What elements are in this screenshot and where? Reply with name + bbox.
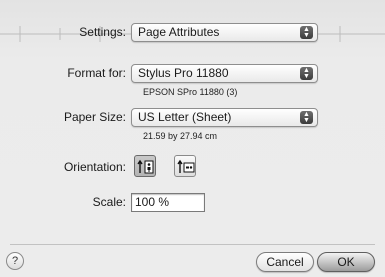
landscape-orientation-button[interactable] — [174, 155, 196, 177]
ok-button[interactable]: OK — [317, 252, 375, 272]
up-down-arrows-icon: ▲ ▼ — [300, 67, 313, 80]
format-for-label: Format for: — [67, 66, 126, 80]
portrait-orientation-button[interactable] — [134, 155, 156, 177]
landscape-person-icon — [177, 159, 195, 173]
scale-input[interactable]: 100 % — [131, 193, 205, 212]
footer-divider — [10, 244, 375, 245]
format-for-popup-value: Stylus Pro 11880 — [138, 66, 229, 80]
format-for-popup[interactable]: Stylus Pro 11880 ▲ ▼ — [131, 64, 318, 83]
paper-dimensions-detail: 21.59 by 27.94 cm — [143, 131, 218, 141]
settings-popup-value: Page Attributes — [138, 25, 220, 39]
scale-label: Scale: — [92, 195, 126, 209]
help-button[interactable]: ? — [6, 252, 24, 270]
settings-popup[interactable]: Page Attributes ▲ ▼ — [131, 23, 318, 42]
up-down-arrows-icon: ▲ ▼ — [300, 111, 313, 124]
cancel-button[interactable]: Cancel — [256, 252, 314, 272]
paper-size-popup-value: US Letter (Sheet) — [138, 110, 232, 124]
settings-label: Settings: — [79, 25, 126, 39]
paper-size-popup[interactable]: US Letter (Sheet) ▲ ▼ — [131, 108, 318, 127]
printer-model-detail: EPSON SPro 11880 (3) — [143, 87, 238, 97]
page-setup-sheet: Settings: Page Attributes ▲ ▼ Format for:… — [0, 0, 385, 277]
orientation-label: Orientation: — [63, 160, 126, 174]
up-down-arrows-icon: ▲ ▼ — [300, 26, 313, 39]
question-mark-icon: ? — [11, 255, 19, 267]
portrait-person-icon — [137, 159, 154, 174]
paper-size-label: Paper Size: — [63, 110, 126, 124]
